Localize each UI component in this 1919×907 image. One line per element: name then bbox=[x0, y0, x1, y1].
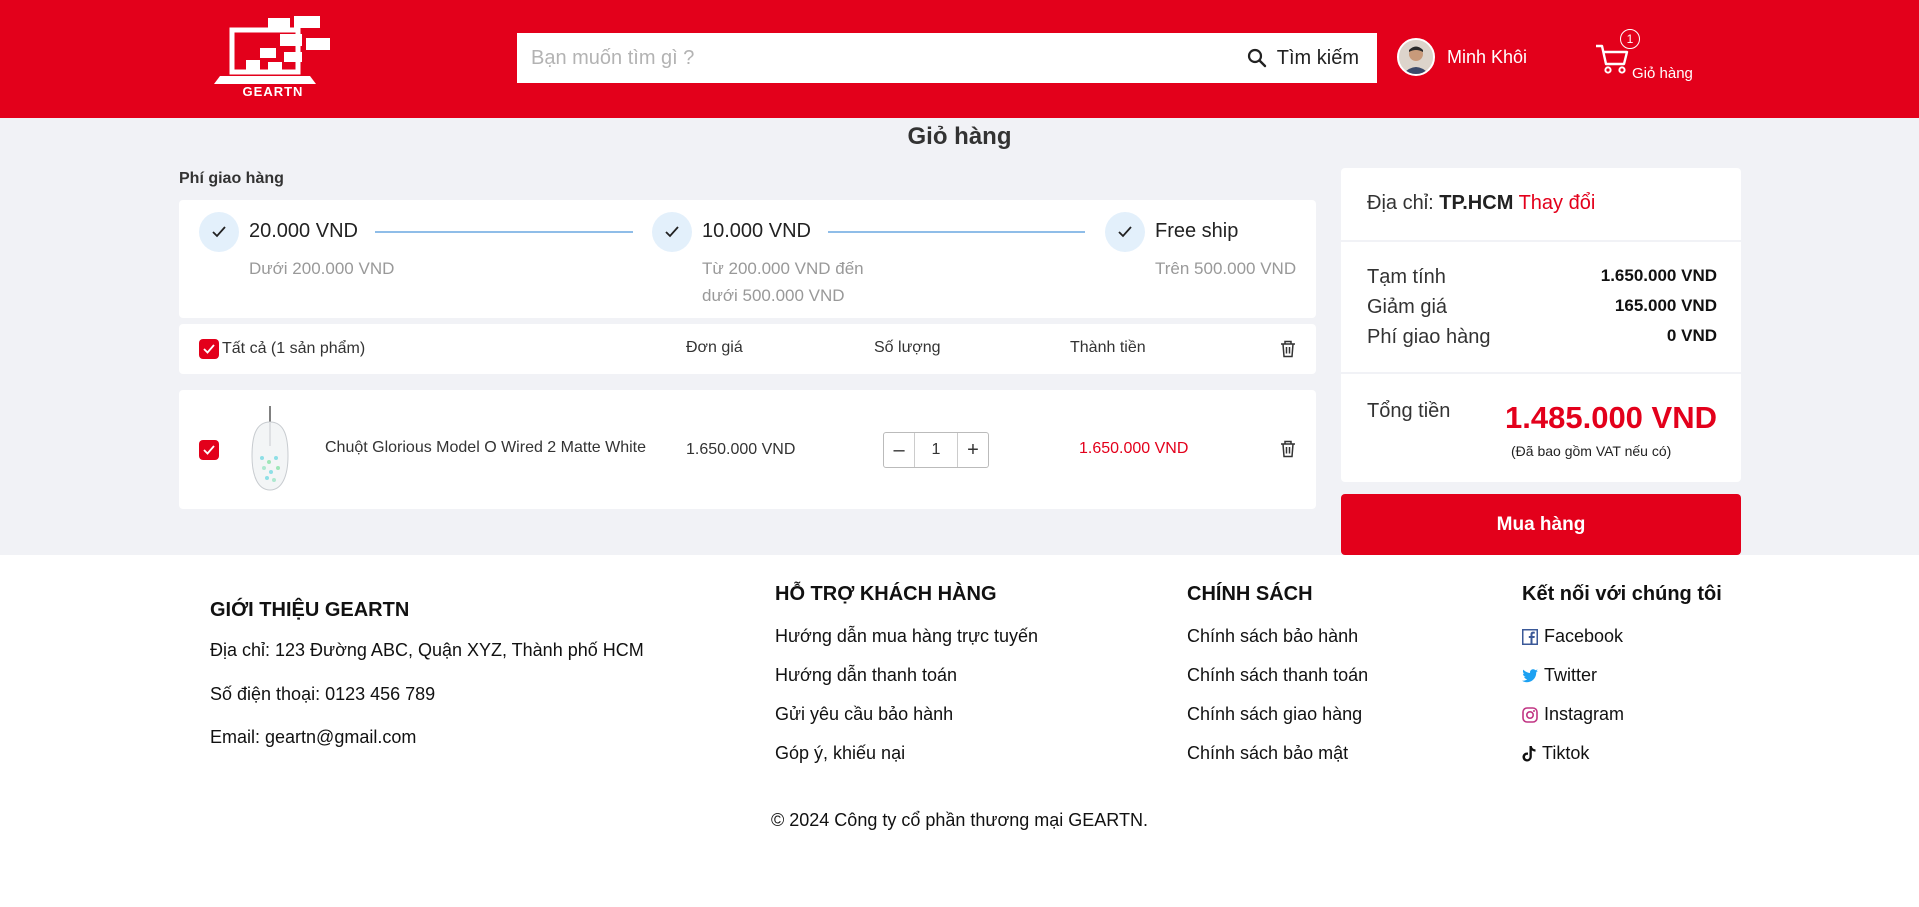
address-label: Địa chỉ: bbox=[1367, 192, 1434, 214]
check-icon bbox=[1105, 212, 1145, 252]
logo-text: GEARTN bbox=[242, 84, 304, 99]
site-header: GEARTN Tìm kiếm Minh Khôi 1 bbox=[0, 0, 1919, 118]
vat-note: (Đã bao gồm VAT nếu có) bbox=[1511, 443, 1672, 459]
step-title: 20.000 VND bbox=[249, 220, 358, 242]
select-all-checkbox[interactable] bbox=[199, 339, 219, 359]
subtotal-value: 1.650.000 VND bbox=[1600, 266, 1717, 285]
product-line-total: 1.650.000 VND bbox=[1079, 440, 1189, 457]
footer-phone: Số điện thoại: 0123 456 789 bbox=[210, 684, 436, 704]
step-title: 10.000 VND bbox=[702, 220, 811, 242]
footer-policy-link[interactable]: Chính sách bảo mật bbox=[1187, 743, 1348, 764]
total-value: 1.485.000 VND bbox=[1505, 400, 1717, 435]
cart-table-header: Tất cả (1 sản phẩm) Đơn giá Số lượng Thà… bbox=[179, 324, 1316, 374]
shipping-fee-row: Phí giao hàng 0 VND bbox=[1367, 326, 1717, 349]
tiktok-icon bbox=[1522, 745, 1536, 761]
cart-label: Giỏ hàng bbox=[1632, 65, 1693, 82]
footer-support-link[interactable]: Góp ý, khiếu nại bbox=[775, 743, 905, 764]
cart-button[interactable]: 1 Giỏ hàng bbox=[1594, 29, 1693, 82]
geartn-logo[interactable]: GEARTN bbox=[210, 16, 336, 100]
col-unit-price: Đơn giá bbox=[686, 339, 743, 356]
checkout-button[interactable]: Mua hàng bbox=[1341, 494, 1741, 555]
step-desc: Dưới 200.000 VND bbox=[249, 259, 395, 278]
footer-connect-title: Kết nối với chúng tôi bbox=[1522, 583, 1722, 605]
cart-item-row: Chuột Glorious Model O Wired 2 Matte Whi… bbox=[179, 390, 1316, 509]
item-checkbox[interactable] bbox=[199, 440, 219, 460]
step-desc: Trên 500.000 VND bbox=[1155, 259, 1297, 278]
footer-policy-link[interactable]: Chính sách thanh toán bbox=[1187, 665, 1368, 686]
facebook-label: Facebook bbox=[1544, 626, 1624, 646]
footer-instagram-link[interactable]: Instagram bbox=[1522, 704, 1624, 725]
col-quantity: Số lượng bbox=[874, 339, 941, 356]
copyright: © 2024 Công ty cổ phần thương mại GEARTN… bbox=[771, 810, 1148, 830]
shipping-fee-title: Phí giao hàng bbox=[179, 170, 284, 187]
trash-icon[interactable] bbox=[1280, 340, 1296, 358]
footer-twitter-link[interactable]: Twitter bbox=[1522, 665, 1597, 686]
search-bar: Tìm kiếm bbox=[517, 33, 1377, 83]
footer-facebook-link[interactable]: Facebook bbox=[1522, 626, 1623, 647]
change-address-link[interactable]: Thay đổi bbox=[1519, 192, 1596, 214]
discount-label: Giảm giá bbox=[1367, 296, 1448, 318]
footer-policy-title: CHÍNH SÁCH bbox=[1187, 583, 1313, 605]
address-box: Địa chỉ: TP.HCM Thay đổi bbox=[1341, 168, 1741, 240]
trash-icon[interactable] bbox=[1280, 440, 1296, 458]
page-title: Giỏ hàng bbox=[907, 123, 1012, 150]
footer-support-link[interactable]: Hướng dẫn mua hàng trực tuyến bbox=[775, 626, 1038, 647]
search-button[interactable]: Tìm kiếm bbox=[1247, 33, 1359, 83]
instagram-label: Instagram bbox=[1544, 704, 1625, 724]
shipping-fee-value: 0 VND bbox=[1666, 326, 1717, 345]
search-icon bbox=[1247, 48, 1266, 68]
avatar bbox=[1397, 38, 1435, 76]
address-value: TP.HCM bbox=[1439, 192, 1514, 214]
col-line-total: Thành tiền bbox=[1070, 339, 1146, 356]
discount-row: Giảm giá 165.000 VND bbox=[1367, 296, 1717, 319]
user-account[interactable]: Minh Khôi bbox=[1397, 38, 1527, 76]
user-name: Minh Khôi bbox=[1447, 46, 1528, 67]
instagram-icon bbox=[1522, 706, 1538, 723]
footer-policy-link[interactable]: Chính sách giao hàng bbox=[1187, 704, 1362, 725]
check-icon bbox=[652, 212, 692, 252]
footer-address: Địa chỉ: 123 Đường ABC, Quận XYZ, Thành … bbox=[210, 640, 644, 660]
footer-about-title: GIỚI THIỆU GEARTN bbox=[210, 599, 410, 621]
subtotal-row: Tạm tính 1.650.000 VND bbox=[1367, 266, 1717, 289]
select-all-label: Tất cả (1 sản phẩm) bbox=[222, 340, 366, 357]
search-input[interactable] bbox=[517, 33, 1217, 83]
footer-support-link[interactable]: Hướng dẫn thanh toán bbox=[775, 665, 957, 686]
decrease-quantity-button[interactable]: – bbox=[884, 433, 914, 467]
search-button-label: Tìm kiếm bbox=[1276, 46, 1359, 69]
footer-tiktok-link[interactable]: Tiktok bbox=[1522, 743, 1589, 764]
cart-count-badge: 1 bbox=[1620, 29, 1640, 49]
product-image[interactable] bbox=[249, 406, 291, 492]
check-icon bbox=[199, 212, 239, 252]
delivery-address: Địa chỉ: TP.HCM Thay đổi bbox=[1367, 192, 1595, 215]
footer-support-link[interactable]: Gửi yêu cầu bảo hành bbox=[775, 704, 953, 725]
quantity-value[interactable]: 1 bbox=[914, 433, 958, 467]
order-total-box: Tổng tiền 1.485.000 VND (Đã bao gồm VAT … bbox=[1341, 374, 1741, 482]
price-breakdown: Tạm tính 1.650.000 VND Giảm giá 165.000 … bbox=[1341, 242, 1741, 372]
quantity-stepper: – 1 + bbox=[883, 432, 989, 468]
product-unit-price: 1.650.000 VND bbox=[686, 441, 796, 458]
footer-policy-link[interactable]: Chính sách bảo hành bbox=[1187, 626, 1358, 647]
facebook-icon bbox=[1522, 628, 1538, 645]
shipping-fee-steps: 20.000 VND Dưới 200.000 VND 10.000 VND T… bbox=[179, 200, 1316, 318]
twitter-label: Twitter bbox=[1544, 665, 1598, 685]
shipping-fee-label: Phí giao hàng bbox=[1367, 326, 1491, 348]
footer-email: Email: geartn@gmail.com bbox=[210, 727, 417, 747]
tiktok-label: Tiktok bbox=[1542, 743, 1590, 763]
product-name[interactable]: Chuột Glorious Model O Wired 2 Matte Whi… bbox=[325, 439, 646, 457]
step-connector bbox=[375, 231, 633, 233]
footer-support-title: HỖ TRỢ KHÁCH HÀNG bbox=[775, 583, 997, 605]
twitter-icon bbox=[1522, 668, 1538, 682]
discount-value: 165.000 VND bbox=[1614, 296, 1717, 315]
step-connector bbox=[828, 231, 1085, 233]
step-desc: Từ 200.000 VND đến dưới 500.000 VND bbox=[702, 259, 864, 305]
subtotal-label: Tạm tính bbox=[1367, 266, 1446, 288]
step-title: Free ship bbox=[1155, 220, 1239, 242]
total-label: Tổng tiền bbox=[1367, 400, 1451, 422]
increase-quantity-button[interactable]: + bbox=[958, 433, 988, 467]
